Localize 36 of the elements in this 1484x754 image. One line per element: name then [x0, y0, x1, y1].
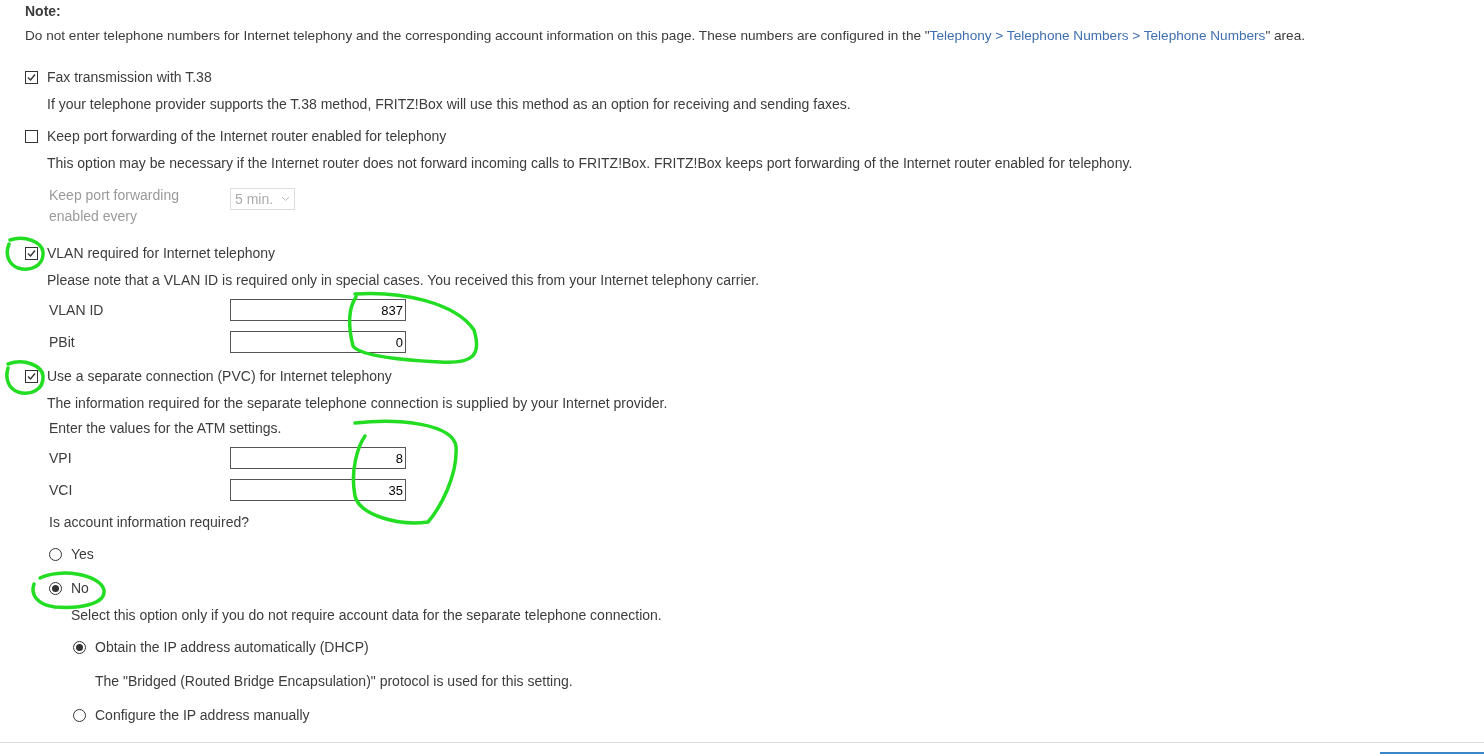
- checkbox-label: Use a separate connection (PVC) for Internet telephony: [47, 367, 392, 385]
- note-title: Note:: [25, 2, 62, 20]
- option-description: Please note that a VLAN ID is required only in special cases. You received this from your Internet telephony carrier.: [47, 271, 761, 289]
- input-field[interactable]: 8: [230, 447, 406, 469]
- checkbox-label: Fax transmission with T.38: [47, 68, 212, 86]
- check-icon: [27, 371, 36, 381]
- field-label: Keep port forwarding enabled every: [49, 186, 180, 226]
- note-text: Do not enter telephone numbers for Internet telephony and the corresponding account information on this page. These numbers are configured in the "Telephony > Telephone Numbers > Telephone Numbers" area.: [25, 27, 1306, 45]
- radio-label: Obtain the IP address automatically (DHCP): [95, 638, 369, 656]
- checkbox[interactable]: [25, 246, 38, 260]
- check-icon: [27, 72, 36, 82]
- input-field[interactable]: 0: [230, 331, 406, 353]
- field-label: PBit: [49, 333, 76, 351]
- chevron-icon: [281, 196, 291, 202]
- radio-label: Yes: [71, 545, 94, 563]
- input-field[interactable]: 837: [230, 299, 406, 321]
- field-label: VPI: [49, 449, 73, 467]
- input-field[interactable]: 35: [230, 479, 406, 501]
- option-description: This option may be necessary if the Internet router does not forward incoming calls to FRITZ!Box. FRITZ!Box keeps port forwarding of the Internet router enabled for telephony.: [47, 154, 1134, 172]
- option-description: Select this option only if you do not require account data for the separate telephone connection.: [71, 606, 663, 624]
- checkbox[interactable]: [25, 70, 38, 84]
- field-label: VCI: [49, 481, 74, 499]
- checkbox[interactable]: [25, 129, 38, 143]
- checkbox-label: Keep port forwarding of the Internet router enabled for telephony: [47, 127, 447, 145]
- checkbox-label: VLAN required for Internet telephony: [47, 244, 276, 262]
- telephony-numbers-link[interactable]: Telephony > Telephone Numbers > Telephone Numbers: [929, 28, 1266, 43]
- question-text: Is account information required?: [49, 513, 250, 531]
- field-label: VLAN ID: [49, 301, 105, 319]
- checkbox[interactable]: [25, 369, 38, 383]
- radio-label: Configure the IP address manually: [95, 706, 310, 724]
- instruction-text: Enter the values for the ATM settings.: [49, 419, 283, 437]
- option-description: The information required for the separate telephone connection is supplied by your Internet provider.: [47, 394, 669, 412]
- check-icon: [27, 248, 36, 258]
- option-description: If your telephone provider supports the T.38 method, FRITZ!Box will use this method as an option for receiving and sending faxes.: [47, 95, 852, 113]
- option-description: The "Bridged (Routed Bridge Encapsulation)" protocol is used for this setting.: [95, 672, 574, 690]
- radio-label: No: [71, 579, 89, 597]
